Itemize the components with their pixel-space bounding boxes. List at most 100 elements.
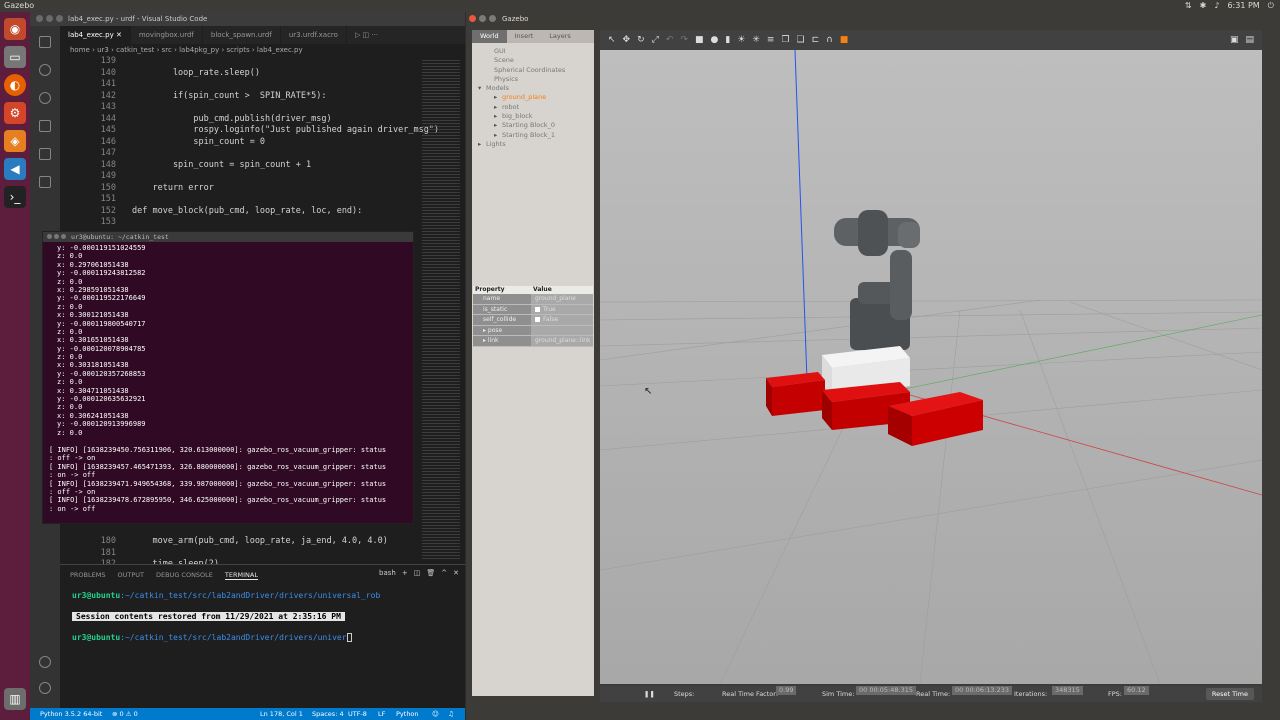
code-line[interactable]: 143 (60, 102, 420, 114)
close-panel-icon[interactable]: ✕ (453, 569, 459, 577)
redo-icon[interactable]: ↷ (680, 35, 688, 45)
vscode-icon[interactable]: ◀ (4, 158, 26, 180)
account-icon[interactable] (39, 656, 51, 668)
tab-block-spawn[interactable]: block_spawn.urdf (203, 26, 281, 44)
network-icon[interactable]: ⇅ (1185, 0, 1192, 12)
volume-icon[interactable]: ♪ (1214, 0, 1219, 12)
property-row[interactable]: ▸ link ground_plane::link (473, 336, 593, 347)
expand-arrow-icon[interactable]: ▸ (494, 93, 502, 102)
directional-light-icon[interactable]: ≡ (767, 35, 775, 45)
new-terminal-icon[interactable]: + (402, 569, 408, 577)
cylinder-shape-icon[interactable]: ▮ (725, 35, 730, 45)
files-icon[interactable]: ▭ (4, 46, 26, 68)
spot-light-icon[interactable]: ✳ (752, 35, 760, 45)
align-icon[interactable]: ⊏ (812, 35, 820, 45)
maximize-window-icon[interactable] (61, 234, 66, 239)
code-line[interactable]: 151 (60, 194, 420, 206)
debug-icon[interactable] (39, 120, 51, 132)
breadcrumb[interactable]: home › ur3 › catkin_test › src › lab4pkg… (70, 46, 303, 54)
power-icon[interactable]: ⏻ (1268, 0, 1274, 12)
code-line[interactable]: 145 rospy.loginfo("Just published again … (60, 125, 439, 137)
notifications-icon[interactable]: ♫ (448, 708, 454, 720)
minimize-window-icon[interactable] (54, 234, 59, 239)
feedback-icon[interactable]: ☺ (432, 708, 439, 720)
expand-arrow-icon[interactable]: ▸ (494, 131, 502, 140)
maximize-window-icon[interactable] (489, 15, 496, 22)
log-icon[interactable]: ▤ (1245, 35, 1254, 45)
terminal-icon[interactable]: ›_ (4, 186, 26, 208)
code-editor[interactable]: 139 140 loop_rate.sleep() 141 142 if(spin_c… (60, 56, 439, 236)
scale-mode-icon[interactable]: ⤢ (652, 35, 659, 45)
source-control-icon[interactable] (39, 92, 51, 104)
snap-icon[interactable]: ∩ (826, 35, 833, 45)
bluetooth-icon[interactable]: ✱ (1200, 0, 1207, 12)
expand-arrow-icon[interactable]: ▸ (494, 112, 502, 121)
line-ending[interactable]: LF (378, 708, 385, 720)
sphere-shape-icon[interactable]: ● (710, 35, 718, 45)
search-icon[interactable] (39, 64, 51, 76)
code-line[interactable]: 146 spin_count = 0 (60, 137, 420, 149)
screenshot-icon[interactable]: ▣ (1230, 35, 1239, 45)
world-tree-item[interactable]: Spherical Coordinates (478, 66, 565, 75)
close-window-icon[interactable] (47, 234, 52, 239)
world-tree-item[interactable]: ▾ Models (478, 84, 565, 93)
tab-output[interactable]: OUTPUT (117, 571, 144, 580)
close-tab-icon[interactable]: ✕ (116, 31, 122, 39)
code-line[interactable]: 148 spin_count = spin_count + 1 (60, 160, 420, 172)
code-line[interactable]: 180 move_arm(pub_cmd, loop_rate, ja_end,… (60, 536, 420, 548)
property-checkbox[interactable] (535, 317, 540, 322)
trash-icon[interactable]: ▥ (4, 688, 26, 710)
rotate-mode-icon[interactable]: ↻ (637, 35, 645, 45)
tab-debug-console[interactable]: DEBUG CONSOLE (156, 571, 213, 580)
settings-icon[interactable]: ⚙ (4, 102, 26, 124)
code-line[interactable]: 181 (60, 548, 420, 560)
split-terminal-icon[interactable]: ◫ (414, 569, 421, 577)
minimize-window-icon[interactable] (479, 15, 486, 22)
problems-count[interactable]: ⊗ 0 ⚠ 0 (112, 708, 138, 720)
encoding[interactable]: UTF-8 (348, 708, 367, 720)
undo-icon[interactable]: ↶ (666, 35, 674, 45)
code-line[interactable]: 139 (60, 56, 420, 68)
starting-block-left[interactable] (766, 372, 825, 416)
property-checkbox[interactable] (535, 306, 540, 312)
code-line[interactable]: 153 (60, 217, 420, 229)
tab-insert[interactable]: Insert (507, 30, 542, 43)
indentation[interactable]: Spaces: 4 (312, 708, 344, 720)
world-tree-item[interactable]: ▸ ground_plane (478, 93, 565, 102)
clock[interactable]: 6:31 PM (1227, 0, 1259, 12)
explorer-icon[interactable] (39, 36, 51, 48)
translate-mode-icon[interactable]: ✥ (623, 35, 631, 45)
box-shape-icon[interactable]: ■ (695, 35, 704, 45)
language-mode[interactable]: Python (396, 708, 419, 720)
ubuntu-terminal-window[interactable]: ur3@ubuntu: ~/catkin_test y: -0.00011915… (42, 231, 414, 524)
select-mode-icon[interactable]: ↖ (608, 35, 616, 45)
tab-terminal[interactable]: TERMINAL (224, 571, 258, 580)
tab-ur3-xacro[interactable]: ur3.urdf.xacro (281, 26, 347, 44)
world-tree-item[interactable]: ▸ robot (478, 103, 565, 112)
copy-icon[interactable]: ❐ (781, 35, 789, 45)
expand-arrow-icon[interactable]: ▾ (478, 84, 486, 93)
tab-lab4-exec[interactable]: lab4_exec.py ✕ (60, 26, 131, 44)
maximize-window-icon[interactable] (56, 15, 63, 22)
code-line[interactable]: 147 (60, 148, 420, 160)
tab-problems[interactable]: PROBLEMS (70, 571, 105, 580)
code-line[interactable]: 150 return error (60, 183, 420, 195)
python-interpreter[interactable]: Python 3.5.2 64-bit (40, 708, 102, 720)
code-line[interactable]: 152 def move_block(pub_cmd, loop_rate, lo… (60, 206, 420, 218)
reset-time-button[interactable]: Reset Time (1205, 688, 1254, 700)
code-line[interactable]: 144 pub_cmd.publish(driver_msg) (60, 114, 420, 126)
expand-arrow-icon[interactable]: ▸ (494, 121, 502, 130)
maximize-panel-icon[interactable]: ^ (441, 569, 447, 577)
expand-arrow-icon[interactable]: ▸ (494, 103, 502, 112)
extensions-icon[interactable] (39, 148, 51, 160)
terminal-shell-select[interactable]: bash (379, 569, 396, 577)
firefox-icon[interactable]: ◐ (4, 74, 26, 96)
pause-button[interactable]: ❚❚ (644, 686, 655, 702)
property-row[interactable]: is_static True (473, 304, 593, 315)
world-tree-item[interactable]: ▸ Starting Block_0 (478, 121, 565, 130)
integrated-terminal[interactable]: ur3@ubuntu:~/catkin_test/src/lab2andDriv… (72, 591, 380, 654)
3d-viewport[interactable]: ↖ (600, 50, 1262, 684)
flask-icon[interactable] (39, 176, 51, 188)
dash-icon[interactable]: ◉ (4, 18, 26, 40)
world-tree-item[interactable]: Physics (478, 75, 565, 84)
